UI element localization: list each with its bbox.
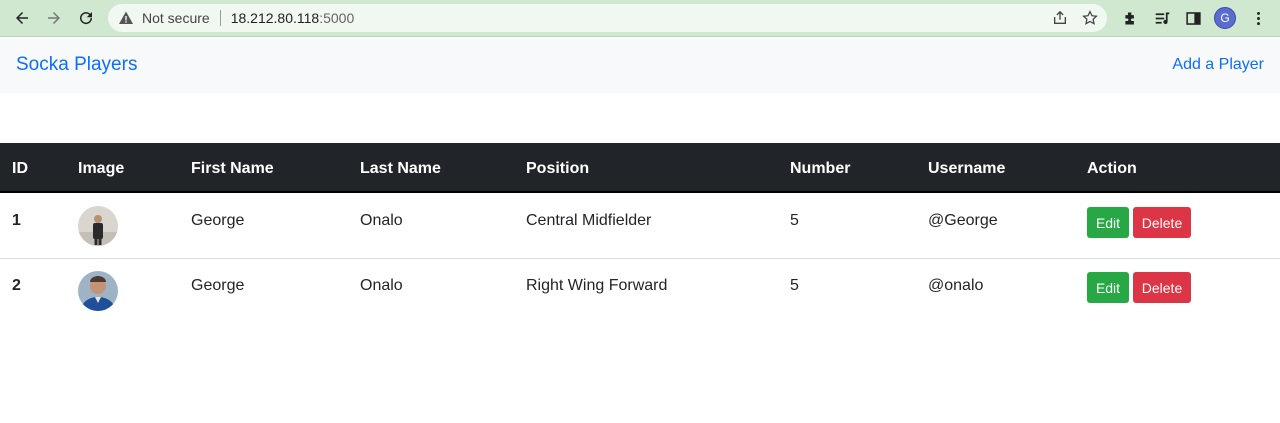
browser-toolbar: Not secure 18.212.80.118:5000 G [0,0,1280,37]
reload-icon[interactable] [74,6,98,30]
position: Central Midfielder [526,212,652,229]
header-first-name: First Name [191,160,274,177]
last-name: Onalo [360,277,403,294]
first-name: George [191,212,245,229]
forward-icon[interactable] [42,6,66,30]
profile-avatar[interactable]: G [1214,7,1236,29]
extensions-icon[interactable] [1120,8,1140,28]
divider [219,10,221,26]
brand-link[interactable]: Socka Players [16,54,137,76]
header-last-name: Last Name [360,160,441,177]
player-photo [78,271,118,311]
bookmark-star-icon[interactable] [1081,9,1099,27]
delete-button[interactable]: Delete [1133,272,1191,303]
side-panel-icon[interactable] [1183,8,1203,28]
number: 5 [790,277,799,294]
address-bar[interactable]: Not secure 18.212.80.118:5000 [108,4,1107,32]
table-header: ID Image First Name Last Name Position N… [0,143,1280,193]
url-host: 18.212.80.118 [230,10,320,26]
header-action: Action [1087,160,1137,177]
first-name: George [191,277,245,294]
position: Right Wing Forward [526,277,668,294]
table-row: 2 George Onalo Right Wing Forward 5 @ona… [0,259,1280,324]
username: @onalo [928,277,984,294]
username: @George [928,212,998,229]
last-name: Onalo [360,212,403,229]
app-navbar: Socka Players Add a Player [0,37,1280,93]
player-photo [78,206,118,246]
share-icon[interactable] [1051,9,1069,27]
player-id: 2 [12,277,21,294]
header-id: ID [12,160,28,177]
add-player-link[interactable]: Add a Player [1172,56,1264,74]
delete-button[interactable]: Delete [1133,207,1191,238]
menu-kebab-icon[interactable] [1248,8,1268,28]
warning-icon [118,10,134,26]
url-port: :5000 [319,10,355,26]
header-username: Username [928,160,1006,177]
back-icon[interactable] [10,6,34,30]
reading-list-icon[interactable] [1152,8,1172,28]
table-row: 1 George Onalo Central Midfielder 5 @Geo… [0,194,1280,259]
header-image: Image [78,160,125,177]
player-id: 1 [12,212,21,229]
header-number: Number [790,160,851,177]
number: 5 [790,212,799,229]
security-status[interactable]: Not secure [142,10,210,26]
edit-button[interactable]: Edit [1087,207,1129,238]
edit-button[interactable]: Edit [1087,272,1129,303]
header-position: Position [526,160,590,177]
